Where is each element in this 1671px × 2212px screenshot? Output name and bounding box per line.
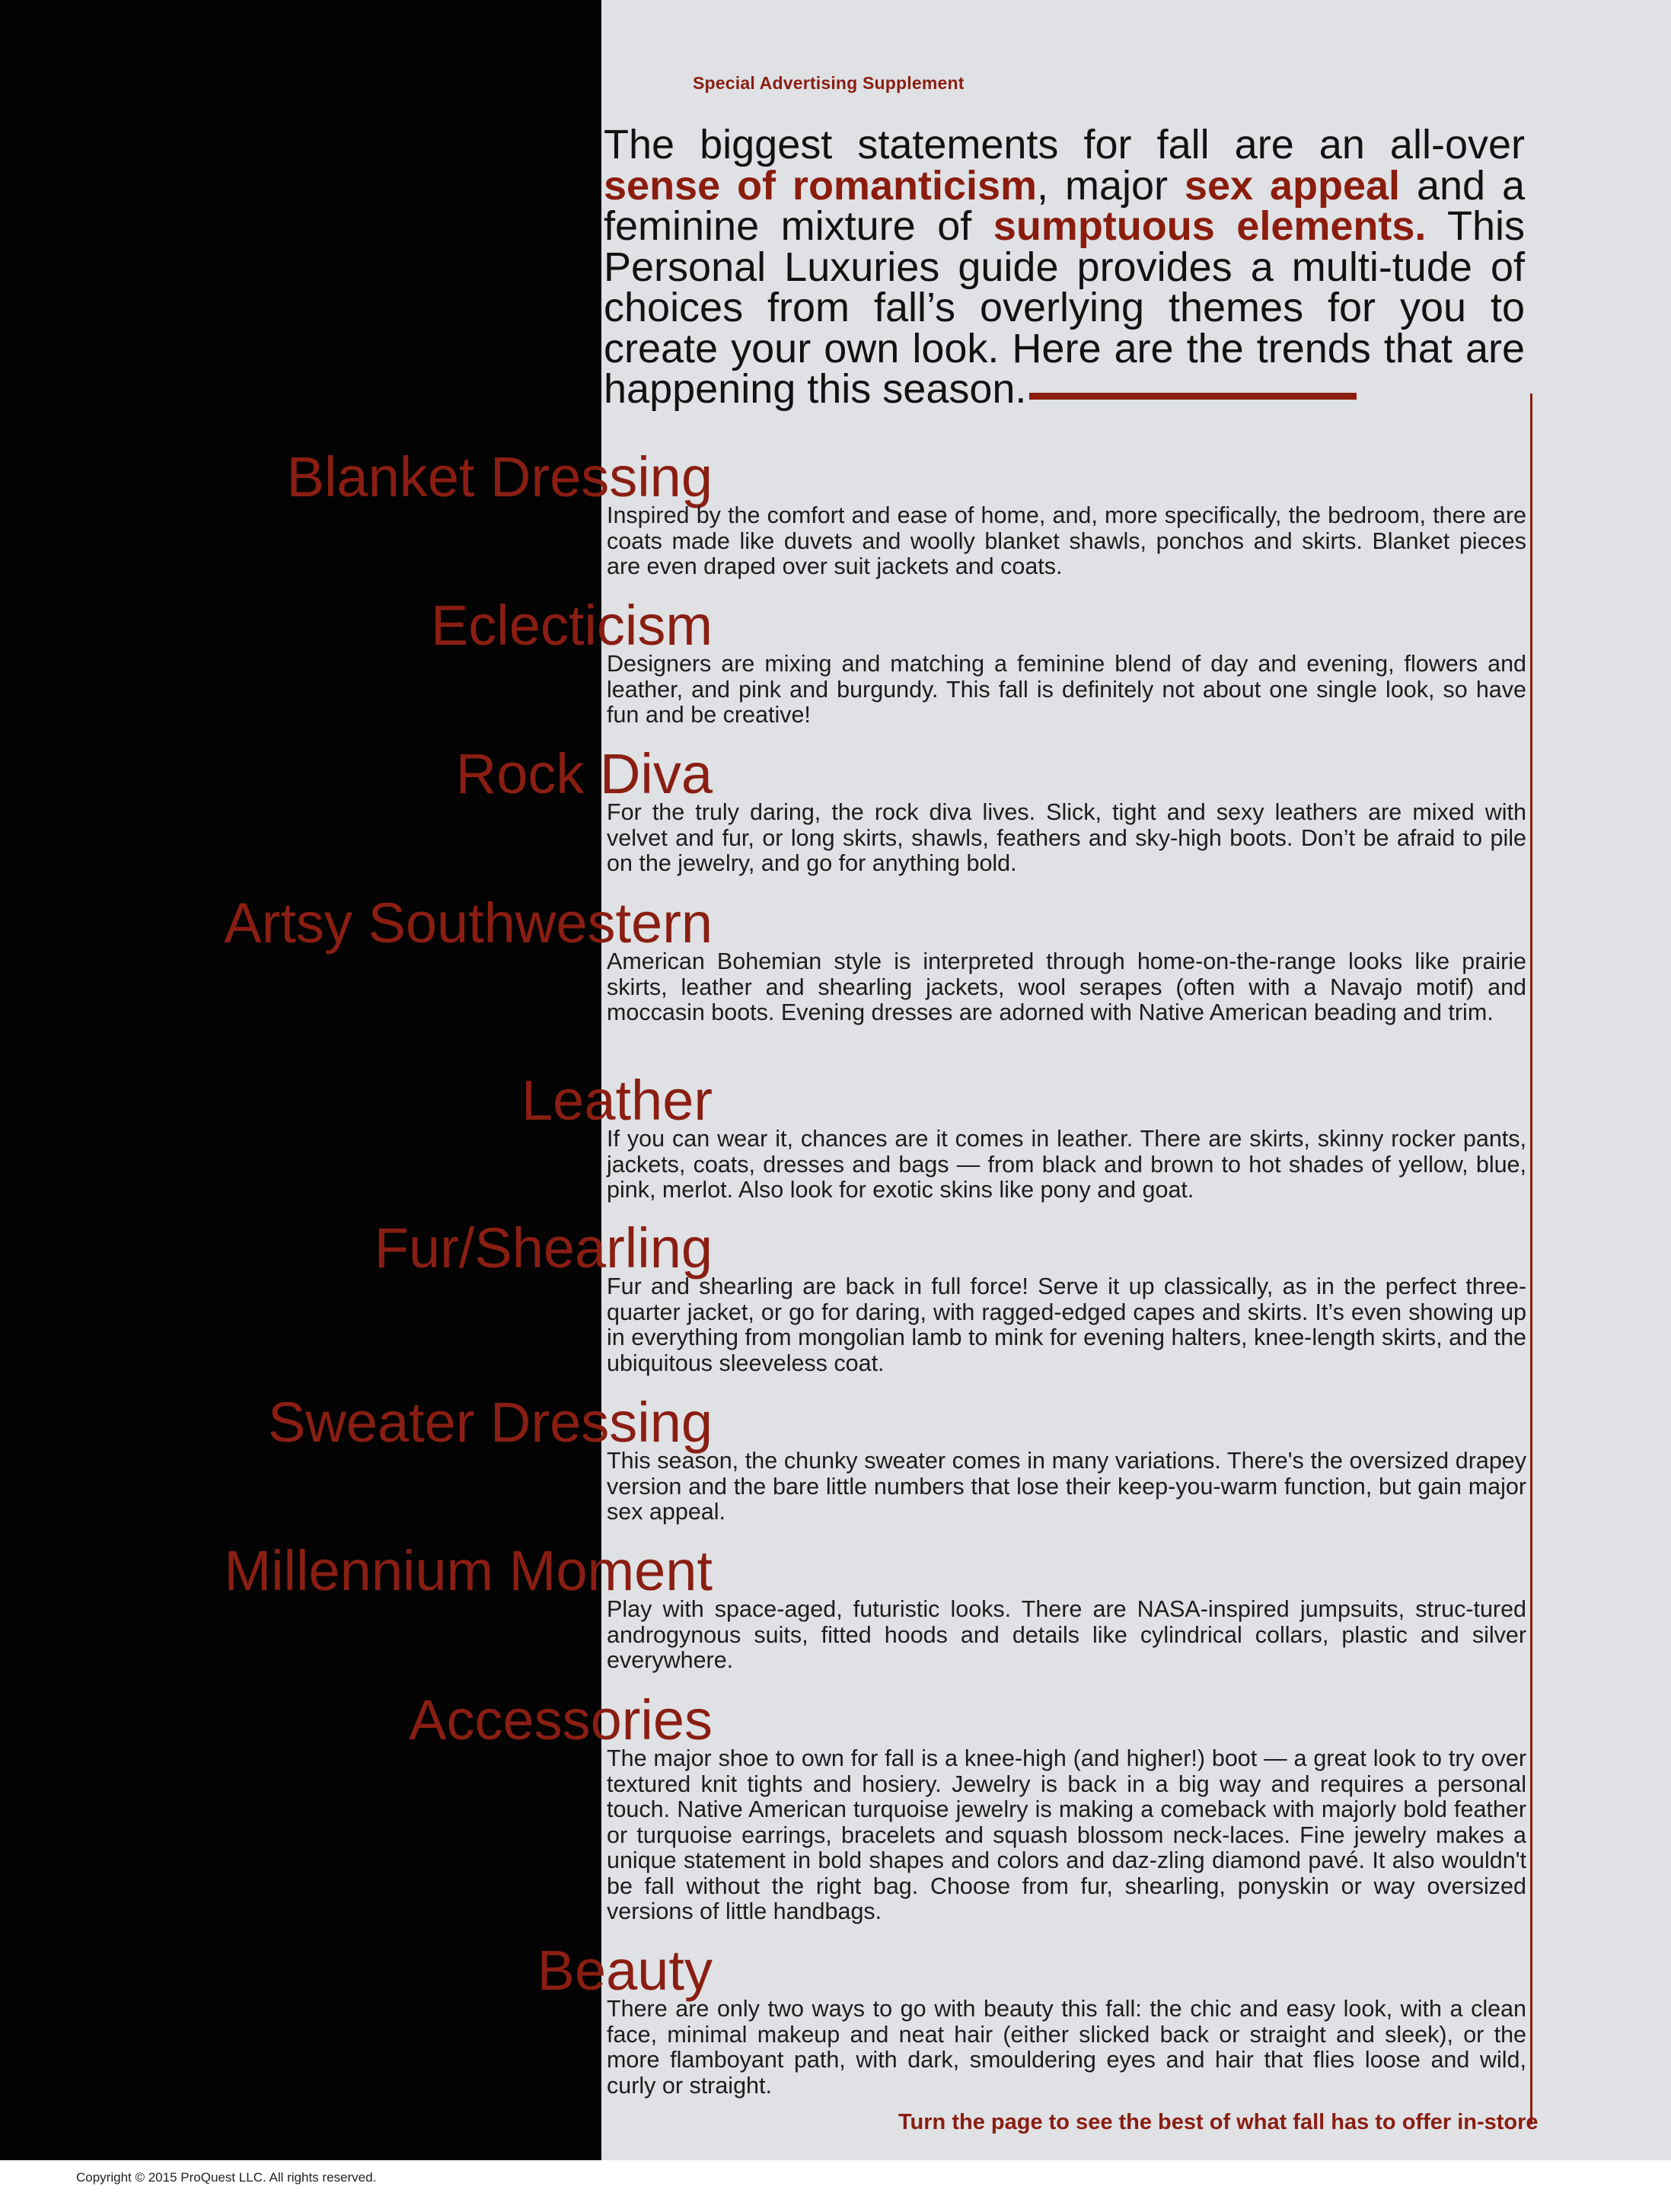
trend-body: For the truly daring, the rock diva live… [607,799,1526,876]
intro-paragraph: The biggest statements for fall are an a… [604,122,1525,410]
trend-title: Rock Diva [455,742,713,805]
trend-title: Artsy Southwestern [224,891,713,955]
accent-frame-right [1530,394,1532,2124]
intro-highlight-sumptuous: sumptuous elements. [993,203,1427,249]
trend-title: Fur/Shearling [374,1216,713,1280]
trend-title: Accessories [409,1688,713,1751]
intro-highlight-romanticism: sense of romanticism [604,162,1038,209]
trend-title: Sweater Dressing [267,1391,713,1454]
trend-body: This season, the chunky sweater comes in… [607,1448,1526,1525]
trend-body: If you can wear it, chances are it comes… [607,1126,1526,1203]
intro-accent-bar [1029,393,1357,400]
trend-body: Fur and shearling are back in full force… [607,1273,1526,1376]
magazine-page: Special Advertising Supplement The bigge… [0,0,1671,2160]
trend-title: Blanket Dressing [286,445,713,508]
trend-body: The major shoe to own for fall is a knee… [607,1745,1526,1924]
intro-text-2: , major [1037,162,1185,209]
trend-body: Play with space-aged, futuristic looks. … [607,1596,1526,1673]
trend-body: Inspired by the comfort and ease of home… [607,502,1526,579]
black-side-panel [0,0,601,2160]
trend-body: American Bohemian style is interpreted t… [607,948,1526,1025]
copyright-notice: Copyright © 2015 ProQuest LLC. All right… [76,2170,377,2185]
supplement-label: Special Advertising Supplement [693,73,965,93]
trend-title: Leather [521,1069,713,1132]
intro-highlight-sex-appeal: sex appeal [1184,162,1401,209]
intro-text-1: The biggest statements for fall are an a… [604,122,1525,167]
trend-title: Beauty [537,1939,713,2002]
trend-body: There are only two ways to go with beaut… [607,1996,1526,2099]
trend-title: Eclecticism [430,594,713,657]
turn-page-callout: Turn the page to see the best of what fa… [898,2110,1539,2134]
trend-body: Designers are mixing and matching a femi… [607,651,1526,728]
trend-title: Millennium Moment [224,1539,713,1602]
